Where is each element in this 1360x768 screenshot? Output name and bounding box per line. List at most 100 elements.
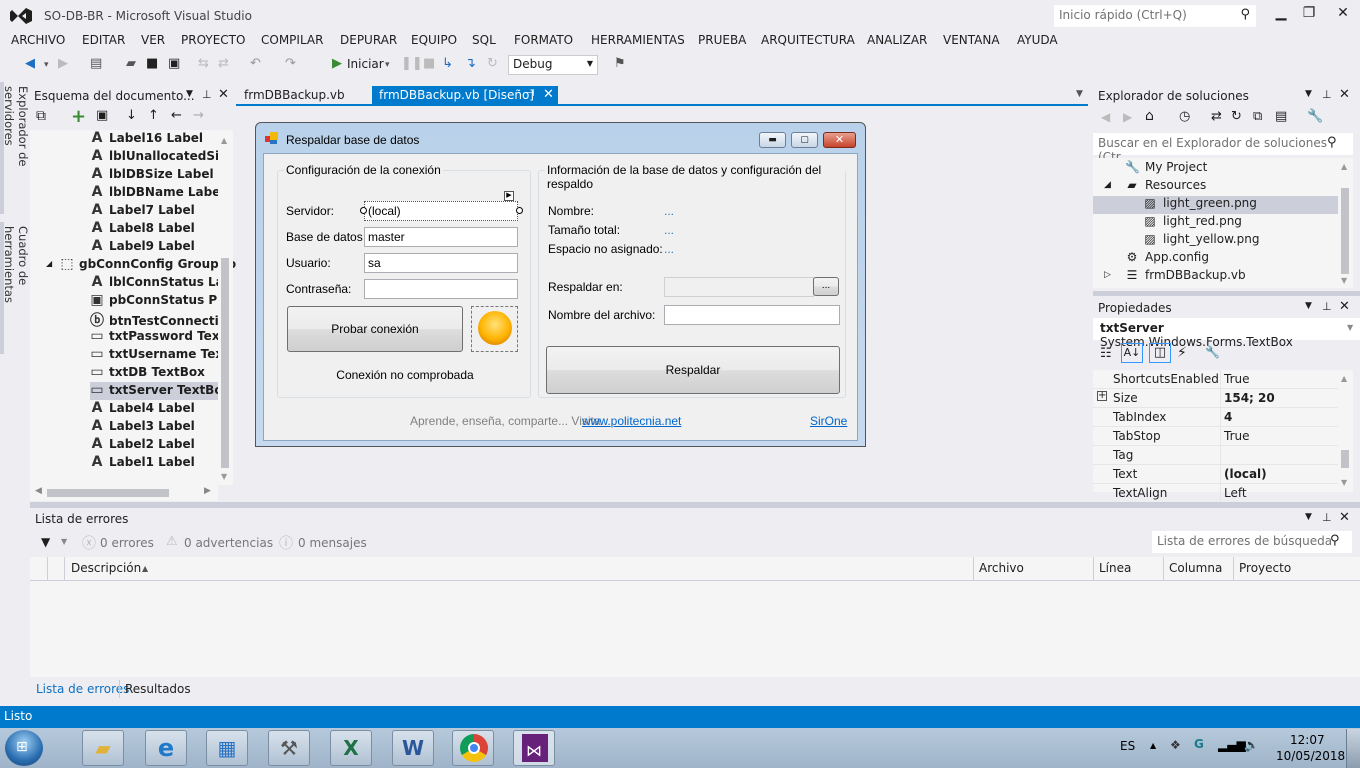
scroll-left-icon[interactable]: ◀ xyxy=(35,486,42,496)
solution-search-input[interactable]: Buscar en el Explorador de soluciones (C… xyxy=(1093,133,1353,164)
scroll-up-icon[interactable]: ▲ xyxy=(221,136,227,145)
menu-ver[interactable]: VER xyxy=(141,33,165,47)
dropdown-icon[interactable]: ▼ xyxy=(1305,512,1312,522)
taskbar-visual-studio[interactable]: ⋈ xyxy=(513,730,555,766)
quick-launch-input[interactable]: Inicio rápido (Ctrl+Q) ⚲ xyxy=(1054,5,1256,27)
expand-icon[interactable]: + xyxy=(1097,391,1107,401)
dropdown-icon[interactable]: ▼ xyxy=(1305,301,1312,311)
outline-item[interactable]: ▣ pbConnStatus PictureBox xyxy=(90,292,218,310)
outline-item[interactable]: A Label7 Label xyxy=(90,202,218,220)
outline-item[interactable]: A Label16 Label xyxy=(90,130,218,148)
menu-herramientas[interactable]: HERRAMIENTAS xyxy=(591,33,685,47)
menu-formato[interactable]: FORMATO xyxy=(514,33,573,47)
pin-icon[interactable]: ⊣ xyxy=(526,88,535,99)
property-row[interactable]: ShortcutsEnabled True xyxy=(1093,370,1338,389)
filter-icon[interactable]: ▼ xyxy=(41,535,50,549)
outline-item[interactable]: A Label4 Label xyxy=(90,400,218,418)
pin-icon[interactable]: ⊥ xyxy=(1322,88,1332,101)
back-dropdown-icon[interactable]: ▾ xyxy=(44,60,49,70)
tab-overflow-icon[interactable]: ▼ xyxy=(1076,89,1083,99)
property-row[interactable]: Text (local) xyxy=(1093,465,1338,484)
pin-icon[interactable]: ⊥ xyxy=(1322,300,1332,313)
start-icon[interactable]: ▶ xyxy=(332,56,342,71)
add-icon[interactable]: + xyxy=(71,106,86,127)
property-row[interactable]: TextAlign Left xyxy=(1093,484,1338,503)
outline-view-icon[interactable]: ⧉ xyxy=(36,108,46,124)
step-over-icon[interactable]: ↴ xyxy=(465,56,476,71)
dropdown-icon[interactable]: ▼ xyxy=(1305,89,1312,99)
show-hidden-icons-icon[interactable]: ▲ xyxy=(1150,741,1156,750)
error-search-input[interactable]: Lista de errores de búsqueda ⚲ xyxy=(1152,531,1352,553)
comment-icon[interactable]: ⇆ xyxy=(198,56,209,71)
property-value[interactable]: (local) xyxy=(1224,467,1267,481)
outline-item[interactable]: AlblConnStatus Label xyxy=(90,274,218,292)
tab-error-list[interactable]: Lista de errores xyxy=(36,682,129,696)
property-row[interactable]: Tag xyxy=(1093,446,1338,465)
outline-item[interactable]: A Label8 Label xyxy=(90,220,218,238)
scrollbar-thumb[interactable] xyxy=(47,489,169,497)
taskbar-control-panel[interactable]: ▦ xyxy=(206,730,248,766)
redo-icon[interactable]: ↷ xyxy=(285,56,296,71)
form-maximize-button[interactable]: ▢ xyxy=(791,132,818,148)
resize-handle[interactable] xyxy=(360,207,367,214)
show-all-files-icon[interactable]: ▤ xyxy=(1275,109,1287,124)
collapse-all-icon[interactable]: ⧉ xyxy=(1253,109,1262,124)
menu-prueba[interactable]: PRUEBA xyxy=(698,33,746,47)
tab-output[interactable]: Resultados xyxy=(125,682,191,696)
close-icon[interactable]: ✕ xyxy=(1339,510,1350,525)
splitter[interactable] xyxy=(1093,291,1360,296)
outline-item[interactable]: A Label9 Label xyxy=(90,238,218,256)
outline-item[interactable]: A Label1 Label xyxy=(90,454,218,472)
save-icon[interactable]: ■ xyxy=(146,56,158,71)
taskbar-explorer[interactable]: ▰ xyxy=(82,730,124,766)
filename-input[interactable] xyxy=(664,305,840,325)
column-file[interactable]: Archivo xyxy=(979,561,1024,575)
open-file-icon[interactable]: ▰ xyxy=(126,56,136,71)
errors-filter-button[interactable]: 0 errores xyxy=(100,536,154,550)
property-value[interactable]: True xyxy=(1224,372,1250,386)
scrollbar-thumb[interactable] xyxy=(1341,188,1349,274)
events-icon[interactable]: ⚡ xyxy=(1177,345,1187,361)
undo-icon[interactable]: ↶ xyxy=(250,56,261,71)
outline-item[interactable]: ◢ ⬚ gbConnConfig GroupBox xyxy=(46,256,244,274)
property-value[interactable]: 4 xyxy=(1224,410,1232,424)
stop-icon[interactable]: ■ xyxy=(423,56,435,71)
menu-ayuda[interactable]: AYUDA xyxy=(1017,33,1058,47)
outline-item[interactable]: AlblUnallocatedSize xyxy=(90,148,218,166)
menu-analizar[interactable]: ANALIZAR xyxy=(867,33,927,47)
minimize-button[interactable]: ▁ xyxy=(1268,5,1294,25)
form-close-button[interactable]: ✕ xyxy=(823,132,856,148)
pending-changes-icon[interactable]: ◷ xyxy=(1179,109,1190,124)
clock-time[interactable]: 12:07 xyxy=(1290,733,1325,747)
show-desktop-button[interactable] xyxy=(1346,729,1360,768)
menu-ventana[interactable]: VENTANA xyxy=(943,33,1000,47)
close-icon[interactable]: ✕ xyxy=(1339,87,1350,102)
dropbox-icon[interactable]: ❖ xyxy=(1170,738,1181,752)
solution-item[interactable]: ▨ light_red.png xyxy=(1093,214,1338,232)
tab-code[interactable]: frmDBBackup.vb xyxy=(238,86,351,105)
tab-designer[interactable]: frmDBBackup.vb [Diseño] ⊣ ✕ xyxy=(372,86,558,105)
menu-equipo[interactable]: EQUIPO xyxy=(411,33,457,47)
scroll-up-icon[interactable]: ▲ xyxy=(1341,374,1347,383)
menu-arquitectura[interactable]: ARQUITECTURA xyxy=(761,33,855,47)
start-button[interactable]: ⊞ xyxy=(5,730,43,766)
taskbar-chrome[interactable] xyxy=(452,730,494,766)
pin-icon[interactable]: ⊥ xyxy=(202,88,212,101)
start-dropdown-icon[interactable]: ▾ xyxy=(385,60,390,70)
outline-item[interactable]: AlblDBSize Label xyxy=(90,166,218,184)
step-into-icon[interactable]: ↳ xyxy=(442,56,453,71)
scroll-right-icon[interactable]: ▶ xyxy=(204,486,211,496)
categorized-icon[interactable]: ☷ xyxy=(1100,346,1112,361)
menu-archivo[interactable]: ARCHIVO xyxy=(11,33,65,47)
dropdown-icon[interactable]: ▼ xyxy=(186,89,193,99)
author-link[interactable]: SirOne xyxy=(810,414,847,428)
test-connection-button[interactable]: Probar conexión xyxy=(287,306,463,352)
menu-sql[interactable]: SQL xyxy=(472,33,496,47)
vertical-scrollbar[interactable]: ▲ ▼ xyxy=(1338,158,1353,288)
language-indicator[interactable]: ES xyxy=(1120,739,1135,753)
database-input[interactable]: master xyxy=(364,227,518,247)
outline-item[interactable]: ▭ txtDB TextBox xyxy=(90,364,218,382)
solution-item[interactable]: ▨ light_yellow.png xyxy=(1093,232,1338,250)
move-up-icon[interactable]: ↑ xyxy=(148,108,159,123)
tray-app-icon[interactable]: G xyxy=(1194,737,1204,751)
